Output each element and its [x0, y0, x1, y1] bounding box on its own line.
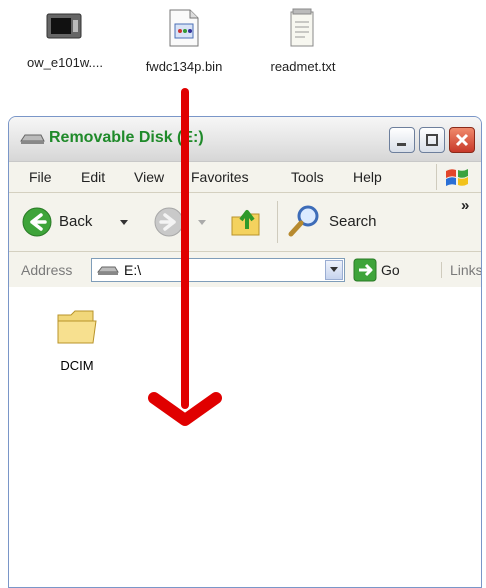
forward-button[interactable]	[153, 205, 209, 239]
search-icon	[288, 205, 319, 237]
desktop-icon-label: readmet.txt	[270, 59, 336, 74]
address-label: Address	[21, 262, 73, 278]
go-label: Go	[381, 262, 400, 278]
folder-icon	[57, 310, 97, 344]
window-title: Removable Disk (E:)	[49, 129, 204, 146]
file-list-area[interactable]: DCIM	[9, 287, 481, 587]
windows-logo-icon	[436, 164, 473, 190]
removable-drive-icon	[20, 134, 45, 144]
maximize-icon	[426, 134, 438, 146]
toolbar: Back Search »	[9, 193, 481, 252]
toolbar-overflow[interactable]: »	[461, 197, 469, 214]
menu-bar: File Edit View Favorites Tools Help	[9, 162, 481, 193]
binary-file-icon	[169, 9, 199, 47]
text-file-icon	[290, 8, 314, 47]
chevron-down-icon	[198, 220, 206, 225]
folder-label: DCIM	[60, 358, 94, 373]
go-button[interactable]: Go	[351, 257, 409, 283]
menu-tools[interactable]: Tools	[291, 169, 324, 185]
forward-arrow-icon	[154, 207, 184, 237]
desktop-icon-bin[interactable]: fwdc134p.bin	[128, 8, 240, 74]
search-button[interactable]: Search	[287, 203, 397, 241]
desktop-icon-txt[interactable]: readmet.txt	[248, 8, 358, 74]
close-button[interactable]	[449, 127, 475, 153]
drive-icon	[97, 266, 119, 275]
minimize-button[interactable]	[389, 127, 415, 153]
up-folder-button[interactable]	[229, 203, 269, 241]
menu-help[interactable]: Help	[353, 169, 382, 185]
address-bar: Address E:\ Go Links	[9, 252, 481, 289]
toolbar-separator	[277, 201, 278, 243]
address-input[interactable]: E:\	[91, 258, 345, 282]
minimize-icon	[397, 143, 406, 146]
menu-edit[interactable]: Edit	[81, 169, 105, 185]
back-label: Back	[59, 213, 93, 230]
links-button[interactable]: Links	[441, 262, 481, 278]
chevron-down-icon	[120, 220, 128, 225]
close-icon	[455, 133, 469, 147]
maximize-button[interactable]	[419, 127, 445, 153]
folder-item[interactable]: DCIM	[47, 307, 107, 373]
menu-file[interactable]: File	[29, 169, 52, 185]
address-value: E:\	[124, 262, 142, 278]
address-dropdown-button[interactable]	[325, 260, 343, 280]
title-bar[interactable]: Removable Disk (E:)	[9, 117, 481, 162]
application-icon	[46, 13, 82, 39]
back-button[interactable]: Back	[21, 205, 139, 239]
menu-favorites[interactable]: Favorites	[191, 169, 249, 185]
search-label: Search	[329, 213, 377, 230]
explorer-window: Removable Disk (E:) File Edit View Favor…	[8, 116, 482, 588]
up-folder-icon	[231, 210, 260, 236]
back-arrow-icon	[22, 207, 52, 237]
menu-view[interactable]: View	[134, 169, 164, 185]
desktop-icon-label: fwdc134p.bin	[145, 59, 223, 74]
desktop-icon-app[interactable]: ow_e101w....	[6, 8, 124, 70]
go-arrow-icon	[353, 258, 377, 282]
chevron-down-icon	[330, 267, 338, 272]
desktop-icon-label: ow_e101w....	[27, 55, 103, 70]
